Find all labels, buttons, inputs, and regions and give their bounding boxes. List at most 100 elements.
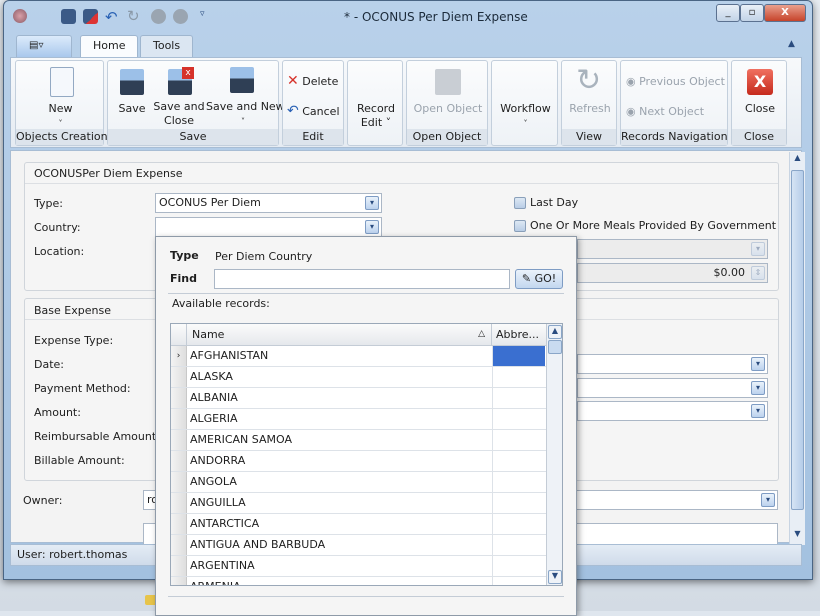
row-indicator [171,535,187,555]
grid-row[interactable]: ALASKA [171,367,546,388]
row-indicator [171,367,187,387]
owner-label: Owner: [23,494,63,507]
scroll-down-icon[interactable]: ▼ [548,570,562,584]
minimize-button[interactable]: _ [716,4,740,22]
row-indicator [171,556,187,576]
type-combo[interactable]: OCONUS Per Diem ▾ [155,193,382,213]
grid-row[interactable]: ANTIGUA AND BARBUDA [171,535,546,556]
previous-quick-icon[interactable] [151,9,166,24]
grid-row[interactable]: ALBANIA [171,388,546,409]
cell-name: AMERICAN SAMOA [190,433,292,446]
undo-quick-icon[interactable]: ↶ [105,8,118,26]
tab-home[interactable]: Home [80,35,139,57]
group-edit: ✕ Delete ↶ Cancel Edit [282,60,344,146]
delete-button[interactable]: ✕ Delete [287,73,338,89]
grid-row[interactable]: › AFGHANISTAN [171,346,546,367]
scroll-up-icon[interactable]: ▲ [548,325,562,339]
save-button[interactable]: Save [110,102,154,116]
group-record-edit: Record Edit ˅ [347,60,403,146]
refresh-icon: ↻ [576,63,602,98]
grid-row[interactable]: ANGUILLA [171,493,546,514]
row-indicator [171,472,187,492]
grid-row[interactable]: ANGOLA [171,472,546,493]
last-day-checkbox[interactable] [514,197,526,209]
refresh-button[interactable]: Refresh [562,102,618,116]
next-icon: ◉ [626,105,636,118]
save-and-new-button[interactable]: Save and New ˅ [206,100,285,129]
go-button[interactable]: ✎ GO! [515,269,563,289]
header-indicator [171,324,187,346]
row-indicator: › [171,346,187,366]
next-quick-icon[interactable] [173,9,188,24]
title-bar: ↶ ↻ ▿ * - OCONUS Per Diem Expense _ ▫ X [4,1,812,33]
previous-object-button[interactable]: ◉ Previous Object [626,75,725,88]
window-title: * - OCONUS Per Diem Expense [344,10,528,24]
group-label: Open Object [407,129,487,145]
records-grid: Name △ Abbre... › AFGHANISTAN ALASKA ALBANIA… [170,323,563,586]
new-button[interactable]: New ˅ [16,102,105,131]
open-object-icon [435,69,461,95]
open-object-button[interactable]: Open Object [407,102,489,116]
application-menu-button[interactable]: ▤▿ [16,35,72,57]
close-button[interactable]: Close [732,102,788,116]
lookup-type-label: Type [170,249,199,262]
form-scrollbar[interactable]: ▲ ▼ [789,152,805,545]
group-workflow: Workflow ˅ [491,60,558,146]
cell-abbreviation [492,493,545,513]
meals-checkbox[interactable] [514,220,526,232]
collapse-ribbon-icon[interactable]: ▲ [788,39,795,49]
chevron-down-icon: ▾ [365,220,379,234]
cell-name: ANGUILLA [190,496,246,509]
column-header-name[interactable]: Name △ [187,324,492,346]
ribbon: New ˅ Objects Creation Save x Save and Clo… [10,57,802,148]
scroll-down-icon[interactable]: ▼ [791,529,804,543]
amount-combo[interactable]: ▾ [577,401,768,421]
lookup-type-value: Per Diem Country [215,250,313,263]
close-window-button[interactable]: X [764,4,806,22]
save-quick-icon[interactable] [61,9,76,24]
date-label: Date: [34,358,64,371]
payment-method-combo[interactable]: ▾ [577,378,768,398]
country-combo[interactable]: ▾ [155,217,382,237]
group-title: OCONUSPer Diem Expense [34,167,183,180]
cell-abbreviation [492,451,545,471]
find-input[interactable] [214,269,510,289]
meals-label: One Or More Meals Provided By Government [530,219,777,232]
undo-icon: ↶ [287,103,299,119]
grid-row[interactable]: ARGENTINA [171,556,546,577]
close-badge-icon: x [182,67,194,79]
maximize-button[interactable]: ▫ [740,4,764,22]
grid-row[interactable]: ANTARCTICA [171,514,546,535]
cancel-button[interactable]: ↶ Cancel [287,103,340,119]
record-edit-button[interactable]: Record Edit ˅ [348,102,404,130]
scroll-thumb[interactable] [548,340,562,354]
tab-tools[interactable]: Tools [140,35,194,57]
payment-method-label: Payment Method: [34,382,131,395]
grid-row[interactable]: ANDORRA [171,451,546,472]
go-icon: ✎ [521,272,532,285]
chevron-down-icon: ▾ [751,381,765,395]
workflow-button[interactable]: Workflow ˅ [492,102,559,131]
cell-name: ANTIGUA AND BARBUDA [190,538,326,551]
customize-quick-access-icon[interactable]: ▿ [200,9,205,19]
row-indicator [171,577,187,585]
row-indicator [171,514,187,534]
new-document-icon [50,67,74,97]
refresh-quick-icon[interactable]: ↻ [127,7,140,25]
grid-row[interactable]: ARMENIA [171,577,546,585]
column-header-abbreviation[interactable]: Abbre... [492,324,546,346]
scroll-up-icon[interactable]: ▲ [791,153,804,167]
grid-scrollbar[interactable]: ▲ ▼ [546,324,562,585]
scroll-thumb[interactable] [791,170,804,510]
row-indicator [171,430,187,450]
save-close-quick-icon[interactable] [83,9,98,24]
grid-row[interactable]: AMERICAN SAMOA [171,430,546,451]
next-object-button[interactable]: ◉ Next Object [626,105,704,118]
cell-abbreviation [492,472,545,492]
grid-row[interactable]: ALGERIA [171,409,546,430]
save-and-close-button[interactable]: Save and Close [152,100,206,128]
group-records-navigation: ◉ Previous Object ◉ Next Object Records … [620,60,728,146]
available-records-label: Available records: [172,297,270,310]
date-combo[interactable]: ▾ [577,354,768,374]
delete-icon: ✕ [287,73,299,89]
